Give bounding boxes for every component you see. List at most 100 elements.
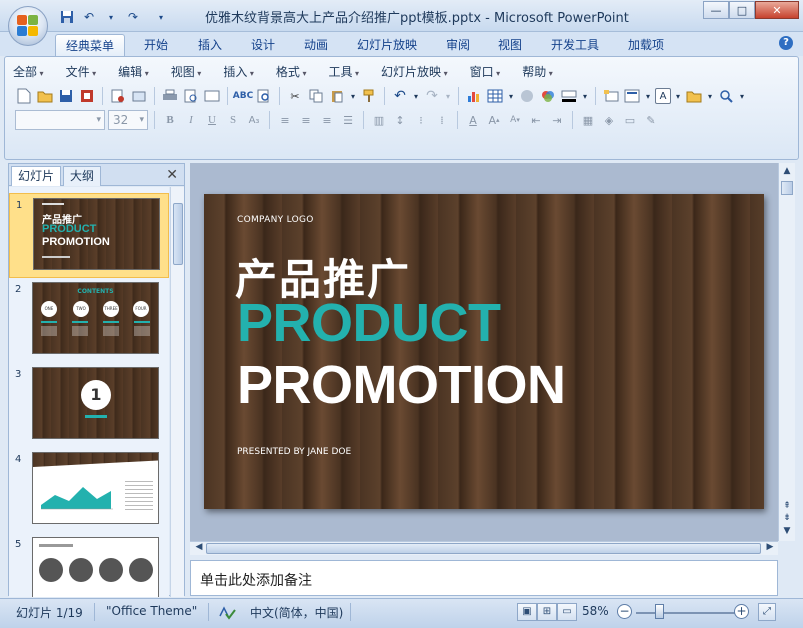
tab-addins[interactable]: 加载项: [618, 34, 674, 56]
insert-chart-icon[interactable]: [465, 87, 483, 105]
bullets-icon[interactable]: ⁞: [433, 111, 451, 129]
scroll-up-icon[interactable]: ▲: [781, 166, 793, 178]
scroll-down-icon[interactable]: ▼: [781, 526, 793, 538]
redo-toolbar-icon[interactable]: ↷: [423, 87, 441, 105]
font-size-combo[interactable]: 32: [108, 110, 148, 130]
cut-icon[interactable]: ✂: [286, 87, 304, 105]
decrease-indent-icon[interactable]: ⇤: [527, 111, 545, 129]
tab-view[interactable]: 视图: [488, 34, 532, 56]
char-spacing-icon[interactable]: A₃: [245, 111, 263, 129]
menu-file[interactable]: 文件: [66, 63, 97, 81]
font-name-combo[interactable]: [15, 110, 105, 130]
spelling-icon[interactable]: ABC: [233, 87, 253, 105]
tab-insert[interactable]: 插入: [188, 34, 232, 56]
paste-icon[interactable]: [328, 87, 346, 105]
find-icon[interactable]: [717, 87, 735, 105]
justify-icon[interactable]: ☰: [339, 111, 357, 129]
print-icon[interactable]: [161, 87, 179, 105]
menu-format[interactable]: 格式: [276, 63, 307, 81]
grow-font-icon[interactable]: A ▴: [485, 111, 503, 129]
align-center-icon[interactable]: ≡: [297, 111, 315, 129]
minimize-button[interactable]: —: [703, 1, 729, 19]
folder-icon[interactable]: [685, 87, 703, 105]
vertical-scroll-thumb[interactable]: [781, 181, 793, 195]
font-color-icon[interactable]: A: [464, 111, 482, 129]
layout-dropdown-icon[interactable]: ▾: [644, 87, 652, 105]
shrink-font-icon[interactable]: A ▾: [506, 111, 524, 129]
spell-check-icon[interactable]: [218, 604, 236, 623]
zoom-slider-track[interactable]: [636, 612, 736, 614]
thumbnail-slide-4[interactable]: 4: [9, 448, 169, 533]
qat-dropdown-icon[interactable]: ▾: [102, 8, 120, 26]
slide-presenter[interactable]: PRESENTED BY JANE DOE: [237, 447, 351, 457]
menu-all[interactable]: 全部: [13, 63, 44, 81]
shape-outline-icon[interactable]: ✎: [642, 111, 660, 129]
print-preview-icon[interactable]: [182, 87, 200, 105]
menu-help[interactable]: 帮助: [522, 63, 553, 81]
panel-scrollbar[interactable]: [170, 187, 184, 597]
shape-fill-icon[interactable]: ▭: [621, 111, 639, 129]
save-icon[interactable]: [58, 8, 76, 26]
notes-placeholder[interactable]: 单击此处添加备注: [200, 570, 312, 590]
normal-view-icon[interactable]: ▣: [517, 603, 537, 621]
export-pdf-icon[interactable]: [109, 87, 127, 105]
copy-icon[interactable]: [307, 87, 325, 105]
panel-scroll-thumb[interactable]: [173, 203, 183, 265]
redo-icon[interactable]: ↷: [124, 8, 142, 26]
menu-tools[interactable]: 工具: [328, 63, 359, 81]
new-document-icon[interactable]: [15, 87, 33, 105]
text-box-icon[interactable]: A: [655, 88, 671, 104]
maximize-button[interactable]: □: [729, 1, 755, 19]
customize-qat-icon[interactable]: ▾: [152, 8, 170, 26]
layout-icon[interactable]: [623, 87, 641, 105]
tab-home[interactable]: 开始: [134, 34, 178, 56]
underline-icon[interactable]: U: [203, 111, 221, 129]
redo-dropdown-icon[interactable]: ▾: [444, 87, 452, 105]
find-dropdown-icon[interactable]: ▾: [738, 87, 746, 105]
notes-pane[interactable]: 单击此处添加备注: [190, 560, 778, 596]
tab-developer[interactable]: 开发工具: [541, 34, 609, 56]
folder-dropdown-icon[interactable]: ▾: [706, 87, 714, 105]
fill-color-icon[interactable]: [560, 87, 578, 105]
theme-name[interactable]: "Office Theme": [106, 604, 197, 618]
tab-classic-menu[interactable]: 经典菜单: [55, 34, 126, 56]
numbering-icon[interactable]: ⁝: [412, 111, 430, 129]
close-button[interactable]: ✕: [755, 1, 799, 19]
italic-icon[interactable]: I: [182, 111, 200, 129]
save-file-icon[interactable]: [57, 87, 75, 105]
columns-icon[interactable]: ▥: [370, 111, 388, 129]
table-dropdown-icon[interactable]: ▾: [507, 87, 515, 105]
slide-sorter-icon[interactable]: ⊞: [537, 603, 557, 621]
office-button[interactable]: [8, 6, 48, 46]
slide-company-logo[interactable]: COMPANY LOGO: [237, 215, 314, 225]
scroll-left-icon[interactable]: ◀: [193, 542, 205, 554]
research-icon[interactable]: [255, 87, 273, 105]
horizontal-scrollbar[interactable]: ◀ ▶: [190, 541, 778, 555]
horizontal-scroll-thumb[interactable]: [206, 543, 761, 554]
menu-slideshow[interactable]: 幻灯片放映: [381, 63, 448, 81]
shadow-icon[interactable]: S: [224, 111, 242, 129]
increase-indent-icon[interactable]: ⇥: [548, 111, 566, 129]
next-slide-icon[interactable]: ⇟: [781, 513, 793, 525]
slide-title-promotion[interactable]: PROMOTION: [237, 354, 566, 416]
undo-icon[interactable]: ↶: [80, 8, 98, 26]
arrange-icon[interactable]: ▦: [579, 111, 597, 129]
attachment-icon[interactable]: [130, 87, 148, 105]
vertical-scrollbar[interactable]: ▲ ⇞ ⇟ ▼: [778, 163, 795, 541]
undo-dropdown-icon[interactable]: ▾: [412, 87, 420, 105]
fill-dropdown-icon[interactable]: ▾: [581, 87, 589, 105]
color-view-icon[interactable]: [539, 87, 557, 105]
insert-table-icon[interactable]: [486, 87, 504, 105]
tab-animations[interactable]: 动画: [294, 34, 338, 56]
thumbnail-slide-5[interactable]: 5: [9, 533, 169, 597]
format-painter-icon[interactable]: [360, 87, 378, 105]
paste-dropdown-icon[interactable]: ▾: [349, 87, 357, 105]
align-right-icon[interactable]: ≡: [318, 111, 336, 129]
tab-outline[interactable]: 大纲: [63, 166, 102, 186]
slide-edit-area[interactable]: COMPANY LOGO 产品推广 PRODUCT PROMOTION PRES…: [190, 163, 778, 541]
tab-slides[interactable]: 幻灯片: [11, 166, 62, 186]
slide-title-product[interactable]: PRODUCT: [237, 292, 501, 354]
tab-review[interactable]: 审阅: [436, 34, 480, 56]
slide-view-icon[interactable]: [203, 87, 221, 105]
panel-close-icon[interactable]: ✕: [166, 167, 178, 183]
